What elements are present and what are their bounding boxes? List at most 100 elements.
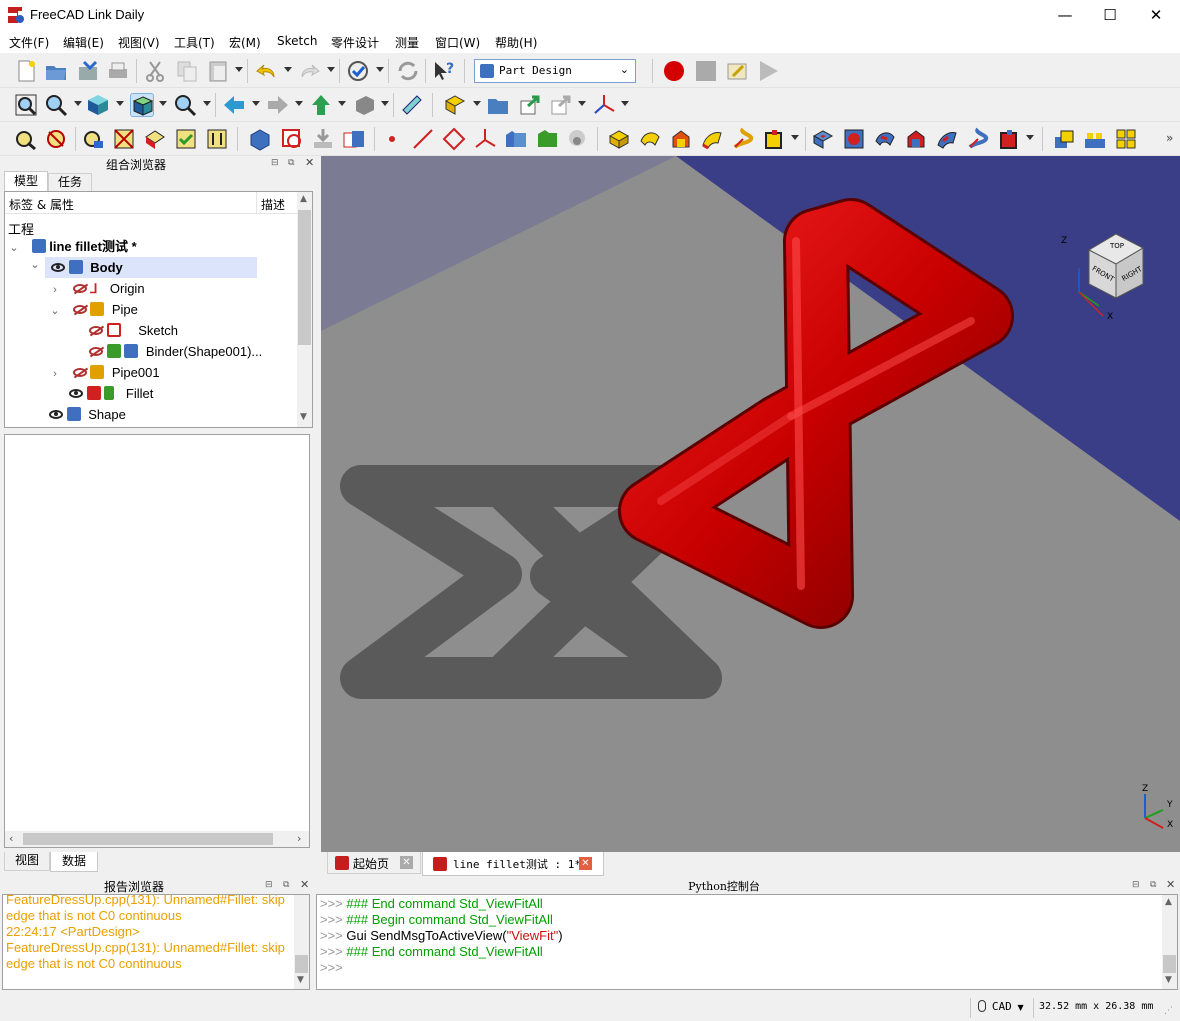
datum-cs-icon[interactable] [592, 93, 616, 117]
eye-icon[interactable] [49, 410, 63, 419]
property-view[interactable]: ‹ › [4, 434, 310, 848]
undock-icon[interactable]: ⧉ [288, 158, 294, 168]
eye-icon[interactable] [51, 263, 65, 272]
open-file-icon[interactable] [44, 59, 68, 83]
scroll-thumb[interactable] [295, 955, 308, 973]
menu-macro[interactable]: 宏(M) [229, 34, 261, 51]
minimize-button[interactable]: — [1042, 0, 1088, 31]
print-icon[interactable] [106, 59, 130, 83]
select-all-icon[interactable] [14, 127, 38, 151]
sketch-merge-icon[interactable] [205, 127, 229, 151]
sketch-view-icon[interactable] [82, 127, 106, 151]
additive-loft-icon[interactable] [669, 127, 693, 151]
tree-scrollbar[interactable]: ▲ ▼ [297, 192, 312, 427]
create-part-icon[interactable] [443, 93, 467, 117]
workbench-selector[interactable]: Part Design ⌄ [474, 59, 636, 83]
create-group-icon[interactable] [486, 93, 510, 117]
scroll-thumb[interactable] [1163, 955, 1176, 973]
pocket-icon[interactable] [811, 127, 835, 151]
paste-icon[interactable] [206, 59, 230, 83]
recompute-icon[interactable] [396, 59, 420, 83]
macro-run-icon[interactable] [756, 59, 780, 83]
3d-scene[interactable] [321, 156, 1180, 852]
tree-item-pipe001[interactable]: › Pipe001 [49, 362, 160, 383]
sketch-validate-icon[interactable] [174, 127, 198, 151]
boolean-icon[interactable] [1052, 127, 1076, 151]
hole-icon[interactable] [842, 127, 866, 151]
console-scrollbar[interactable]: ▲ ▼ [1162, 895, 1177, 989]
float-icon[interactable]: ⊟ [265, 880, 273, 890]
tree-header-label[interactable]: 标签 & 属性 [9, 196, 74, 213]
eye-hidden-icon[interactable] [89, 347, 103, 356]
measure-ruler-icon[interactable] [400, 93, 424, 117]
scroll-down-arrow[interactable]: ▼ [1165, 975, 1172, 985]
float-icon[interactable]: ⊟ [1132, 880, 1140, 890]
tree-item-pipe[interactable]: ⌄ Pipe [49, 299, 138, 320]
additive-pipe-icon[interactable] [700, 127, 724, 151]
nav-up-icon[interactable] [309, 93, 333, 117]
tab-data[interactable]: 数据 [50, 852, 98, 872]
report-scrollbar[interactable]: ▼ [294, 895, 309, 989]
navigation-style-button[interactable]: CAD ▼ [978, 999, 1030, 1017]
chevron-down-icon[interactable]: ⌄ [29, 258, 41, 271]
chevron-right-icon[interactable]: › [49, 280, 61, 301]
tab-close-icon[interactable]: ✕ [579, 857, 592, 870]
fit-selection-icon[interactable] [44, 93, 68, 117]
subtractive-loft-icon[interactable] [904, 127, 928, 151]
subtractive-helix-icon[interactable] [966, 127, 990, 151]
tab-document[interactable]: line fillet测试 : 1* ✕ [422, 852, 604, 876]
eye-icon[interactable] [69, 389, 83, 398]
chevron-down-icon[interactable]: ⌄ [49, 301, 61, 322]
toolbar-overflow[interactable]: » [1166, 131, 1173, 145]
menu-tools[interactable]: 工具(T) [174, 34, 215, 51]
sketch-map-icon[interactable] [112, 127, 136, 151]
navigation-cube[interactable]: TOP FRONT RIGHT Z X [1061, 226, 1161, 326]
scroll-down-arrow[interactable]: ▼ [297, 975, 304, 985]
chevron-down-icon[interactable]: ⌄ [8, 238, 20, 259]
macro-edit-icon[interactable] [725, 59, 749, 83]
report-text-area[interactable]: FeatureDressUp.cpp(131): Unnamed#Fillet:… [2, 894, 310, 990]
bounding-box-icon[interactable] [173, 93, 197, 117]
menu-view[interactable]: 视图(V) [118, 34, 160, 51]
save-icon[interactable] [76, 59, 100, 83]
validate-sketch-icon[interactable] [311, 127, 335, 151]
sub-shape-binder-icon[interactable] [504, 127, 528, 151]
body-icon[interactable] [248, 127, 272, 151]
eye-hidden-icon[interactable] [72, 368, 87, 377]
tree-item-binder[interactable]: Binder(Shape001)... [89, 341, 262, 362]
fit-all-icon[interactable] [14, 93, 38, 117]
local-cs-icon[interactable] [473, 127, 497, 151]
nav-back-icon[interactable] [222, 93, 246, 117]
copy-icon[interactable] [175, 59, 199, 83]
scroll-up-arrow[interactable]: ▲ [300, 194, 307, 204]
tab-close-icon[interactable]: ✕ [400, 856, 413, 869]
scroll-left-arrow[interactable]: ‹ [9, 832, 13, 845]
cut-icon[interactable] [143, 59, 167, 83]
tree-item-origin[interactable]: › ⅃ Origin [49, 278, 144, 301]
revolution-icon[interactable] [638, 127, 662, 151]
menu-measure[interactable]: 测量 [395, 34, 419, 51]
maximize-button[interactable]: ☐ [1087, 0, 1133, 31]
draw-style-icon[interactable] [130, 93, 154, 117]
scroll-thumb[interactable] [298, 210, 311, 345]
tree-item-sketch[interactable]: Sketch [89, 320, 178, 341]
menu-file[interactable]: 文件(F) [9, 34, 49, 51]
scroll-up-arrow[interactable]: ▲ [1165, 897, 1172, 907]
whats-this-icon[interactable]: ? [432, 59, 456, 83]
tree-item-fillet[interactable]: Fillet [69, 383, 153, 404]
clone-sheep-icon[interactable] [565, 127, 589, 151]
tree-item-document[interactable]: ⌄ line fillet测试 * [8, 236, 137, 257]
clone-icon[interactable] [535, 127, 559, 151]
tab-view[interactable]: 视图 [4, 852, 50, 871]
tree-item-body[interactable]: Body [45, 257, 257, 278]
eye-hidden-icon[interactable] [72, 305, 87, 314]
chevron-right-icon[interactable]: › [49, 364, 61, 385]
float-icon[interactable]: ⊟ [271, 158, 279, 168]
polar-pattern-icon[interactable] [1114, 127, 1138, 151]
tab-start-page[interactable]: 起始页 ✕ [327, 852, 421, 874]
select-element-icon[interactable] [44, 127, 68, 151]
subtractive-primitive-icon[interactable] [997, 127, 1021, 151]
multi-transform-icon[interactable] [1083, 127, 1107, 151]
tree-header-desc[interactable]: 描述 [261, 196, 285, 213]
python-text-area[interactable]: >>> ### End command Std_ViewFitAll >>> #… [316, 894, 1178, 990]
